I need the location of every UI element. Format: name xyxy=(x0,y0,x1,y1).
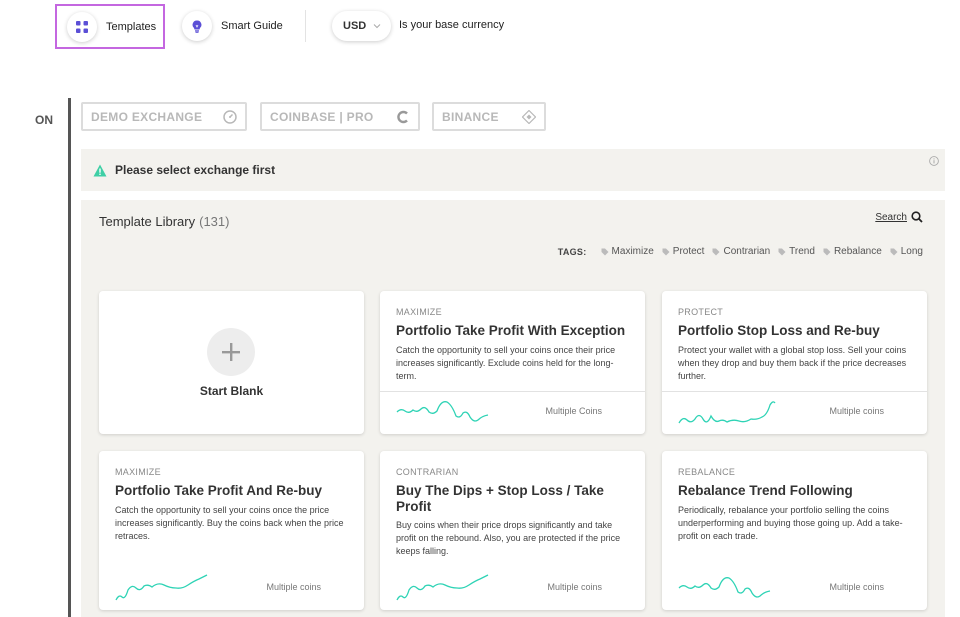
card-title: Buy The Dips + Stop Loss / Take Profit xyxy=(396,483,604,514)
exchange-name: BINANCE xyxy=(442,109,499,124)
tag-trend[interactable]: Trend xyxy=(778,246,815,257)
card-description: Periodically, rebalance your portfolio s… xyxy=(678,505,903,541)
currency-select[interactable]: USD xyxy=(332,11,391,41)
template-card-take-profit-exception[interactable]: MAXIMIZE Portfolio Take Profit With Exce… xyxy=(380,291,645,434)
templates-label: Templates xyxy=(106,20,157,33)
card-description: Catch the opportunity to sell your coins… xyxy=(115,505,344,541)
tag-label: Maximize xyxy=(611,246,654,257)
tag-label: Long xyxy=(900,246,923,257)
plus-icon xyxy=(207,328,255,376)
top-toolbar: Templates Smart Guide USD Is your base c… xyxy=(0,0,960,52)
card-title: Portfolio Take Profit With Exception xyxy=(396,323,626,338)
card-description: Buy coins when their price drops signifi… xyxy=(396,520,621,556)
tag-icon xyxy=(712,248,720,255)
tag-icon xyxy=(890,248,898,255)
exchange-binance-button[interactable]: BINANCE xyxy=(432,102,546,131)
sparkline-icon xyxy=(678,401,776,424)
toolbar-divider xyxy=(305,10,306,42)
warning-triangle-icon xyxy=(93,164,107,176)
tag-icon xyxy=(823,248,831,255)
card-title: Rebalance Trend Following xyxy=(678,483,853,498)
search-label: Search xyxy=(875,211,907,223)
exchange-coinbase-button[interactable]: COINBASE | PRO xyxy=(260,102,420,131)
start-blank-card[interactable]: Start Blank xyxy=(99,291,364,434)
status-line xyxy=(68,98,71,617)
tag-contrarian[interactable]: Contrarian xyxy=(712,246,770,257)
card-coins-label: Multiple Coins xyxy=(545,406,602,416)
on-status-label: ON xyxy=(35,113,53,127)
card-coins-label: Multiple coins xyxy=(829,406,884,416)
tag-label: Contrarian xyxy=(723,246,771,257)
tags-label: TAGS: xyxy=(557,246,587,257)
library-count: (131) xyxy=(199,214,230,229)
card-divider xyxy=(662,391,927,392)
chevron-down-icon xyxy=(373,24,381,29)
tag-icon xyxy=(662,248,670,255)
tag-long[interactable]: Long xyxy=(890,246,923,257)
card-title: Portfolio Stop Loss and Re-buy xyxy=(678,323,880,338)
template-card-take-profit-rebuy[interactable]: MAXIMIZE Portfolio Take Profit And Re-bu… xyxy=(99,451,364,610)
speedometer-icon xyxy=(223,109,237,124)
templates-button[interactable]: Templates xyxy=(55,4,165,49)
card-title: Portfolio Take Profit And Re-buy xyxy=(115,483,323,498)
card-coins-label: Multiple coins xyxy=(547,582,602,592)
smart-guide-label: Smart Guide xyxy=(221,20,283,32)
template-card-stop-loss-rebuy[interactable]: PROTECT Portfolio Stop Loss and Re-buy P… xyxy=(662,291,927,434)
library-title-text: Template Library xyxy=(99,214,196,229)
card-category: PROTECT xyxy=(678,307,724,317)
card-divider xyxy=(380,391,645,392)
info-icon[interactable] xyxy=(929,156,939,166)
card-category: CONTRARIAN xyxy=(396,467,459,477)
tag-rebalance[interactable]: Rebalance xyxy=(823,246,882,257)
library-title: Template Library (131) xyxy=(99,214,229,229)
tag-protect[interactable]: Protect xyxy=(662,246,705,257)
tag-label: Trend xyxy=(789,246,815,257)
tags-bar: TAGS: Maximize Protect Contrarian Trend … xyxy=(558,246,923,257)
card-category: MAXIMIZE xyxy=(115,467,161,477)
grid-icon xyxy=(67,11,97,42)
tag-icon xyxy=(778,248,786,255)
sparkline-icon xyxy=(115,574,208,601)
start-blank-label: Start Blank xyxy=(199,384,264,398)
lightbulb-icon xyxy=(182,11,212,41)
search-icon xyxy=(911,211,923,223)
template-library-panel: Template Library (131) Search TAGS: Maxim… xyxy=(81,200,945,617)
card-category: MAXIMIZE xyxy=(396,307,442,317)
tag-icon xyxy=(601,248,609,255)
search-button[interactable]: Search xyxy=(875,211,923,223)
sparkline-icon xyxy=(396,574,489,601)
sparkline-icon xyxy=(678,577,771,598)
card-coins-label: Multiple coins xyxy=(829,582,884,592)
card-coins-label: Multiple coins xyxy=(266,582,321,592)
currency-note: Is your base currency xyxy=(399,19,505,31)
template-card-buy-the-dips[interactable]: CONTRARIAN Buy The Dips + Stop Loss / Ta… xyxy=(380,451,645,610)
exchange-demo-button[interactable]: DEMO EXCHANGE xyxy=(81,102,247,131)
sparkline-icon xyxy=(396,401,489,422)
exchange-name: COINBASE | PRO xyxy=(270,109,374,124)
card-description: Protect your wallet with a global stop l… xyxy=(678,345,907,381)
alert-banner: Please select exchange first xyxy=(81,149,945,191)
card-category: REBALANCE xyxy=(678,467,736,477)
tag-label: Rebalance xyxy=(833,246,882,257)
smart-guide-button[interactable]: Smart Guide xyxy=(182,10,283,42)
template-card-rebalance-trend[interactable]: REBALANCE Rebalance Trend Following Peri… xyxy=(662,451,927,610)
tag-label: Protect xyxy=(672,246,705,257)
coinbase-c-icon xyxy=(397,110,408,123)
tag-maximize[interactable]: Maximize xyxy=(601,246,654,257)
exchange-name: DEMO EXCHANGE xyxy=(91,109,203,124)
card-description: Catch the opportunity to sell your coins… xyxy=(396,345,616,381)
currency-value: USD xyxy=(343,20,367,32)
binance-diamond-icon xyxy=(522,109,536,124)
alert-text: Please select exchange first xyxy=(115,163,276,177)
